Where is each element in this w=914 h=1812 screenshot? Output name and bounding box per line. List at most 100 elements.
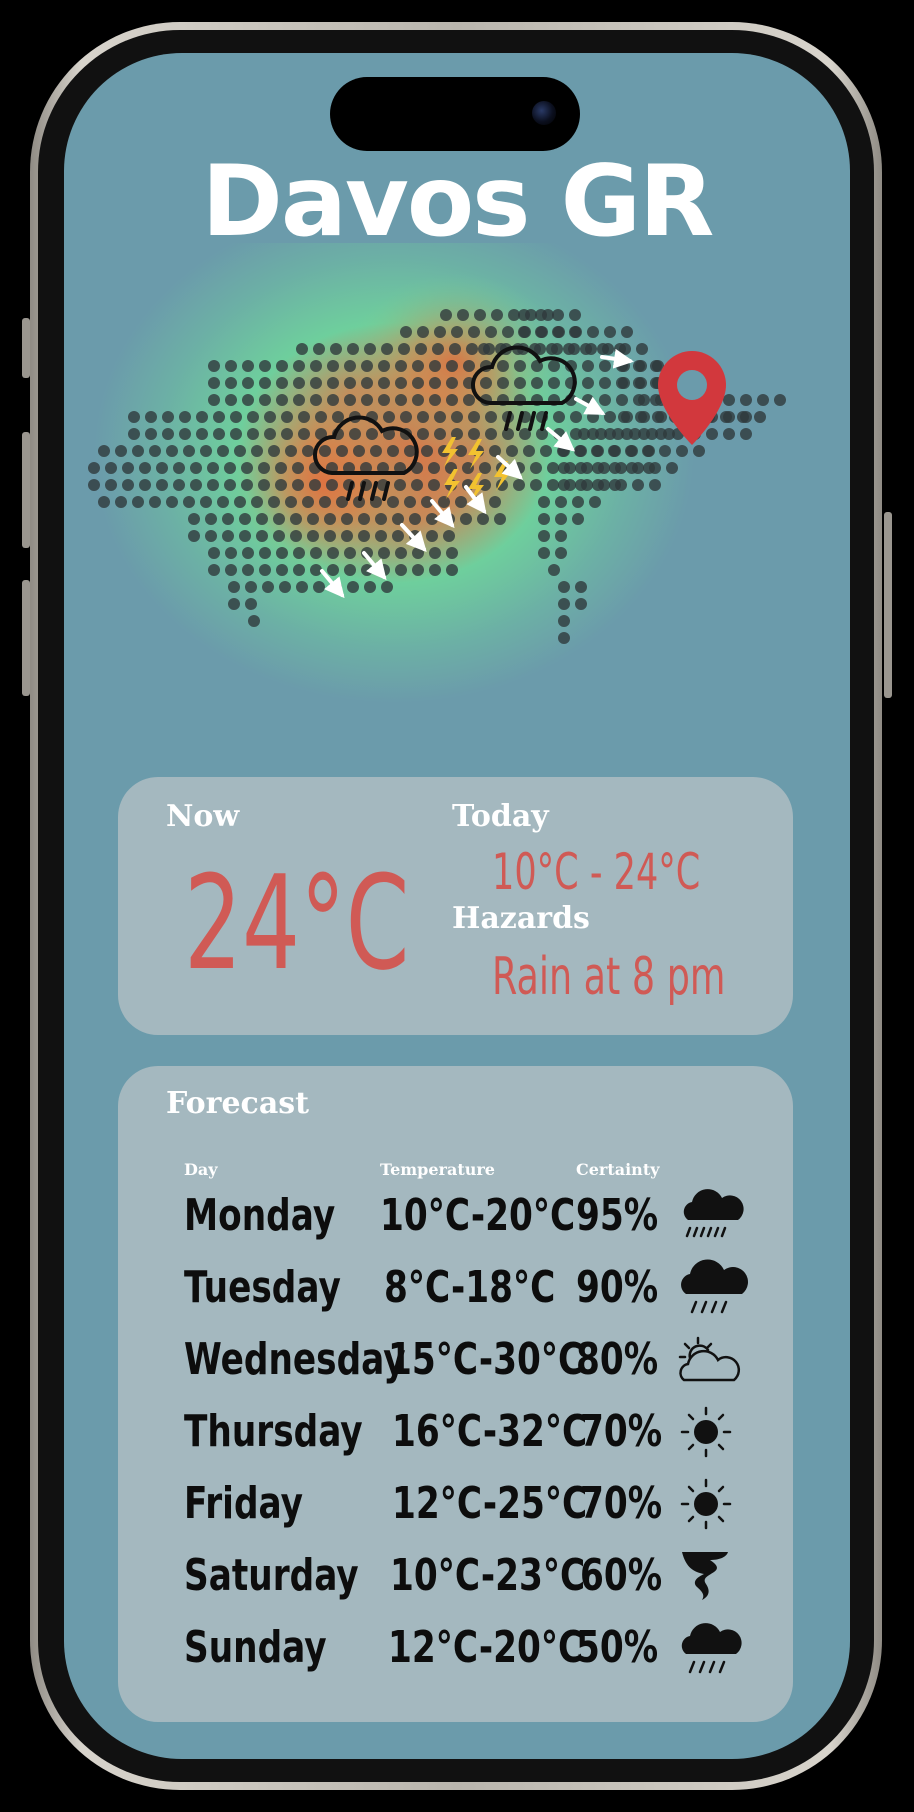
map-dot <box>514 360 526 372</box>
forecast-row[interactable]: Tuesday 8°C-18°C 90% <box>118 1258 793 1318</box>
map-dot <box>292 479 304 491</box>
map-dot <box>239 530 251 542</box>
map-dot <box>592 479 604 491</box>
forecast-row[interactable]: Monday 10°C-20°C 95% <box>118 1186 793 1246</box>
map-dot <box>463 394 475 406</box>
map-dot <box>394 479 406 491</box>
map-dot <box>387 496 399 508</box>
map-dot <box>626 445 638 457</box>
map-dot <box>415 343 427 355</box>
map-dot <box>347 343 359 355</box>
forecast-certainty: 95% <box>576 1190 659 1241</box>
map-dot <box>207 479 219 491</box>
map-dot <box>188 513 200 525</box>
volume-down-button <box>22 580 30 696</box>
map-dot <box>395 394 407 406</box>
map-dot <box>149 445 161 457</box>
map-dot <box>256 513 268 525</box>
forecast-row[interactable]: Sunday 12°C-20°C 50% <box>118 1618 793 1678</box>
map-dot <box>440 309 452 321</box>
map-dot <box>774 394 786 406</box>
map-dot <box>149 496 161 508</box>
map-dot <box>489 445 501 457</box>
map-dot <box>358 513 370 525</box>
map-dot <box>417 411 429 423</box>
map-dot <box>344 377 356 389</box>
map-dot <box>128 411 140 423</box>
map-dot <box>366 428 378 440</box>
map-dot <box>251 496 263 508</box>
map-dot <box>344 394 356 406</box>
map-dot <box>592 445 604 457</box>
map-dot <box>428 462 440 474</box>
map-dot <box>392 530 404 542</box>
forecast-day: Tuesday <box>184 1262 341 1313</box>
map-dot <box>530 479 542 491</box>
map-dot <box>455 496 467 508</box>
map-dot <box>183 496 195 508</box>
map-dot <box>241 479 253 491</box>
map-dot <box>247 411 259 423</box>
forecast-day: Saturday <box>184 1550 359 1601</box>
map-dot <box>258 462 270 474</box>
forecast-card: Forecast Day Temperature Certainty Monda… <box>118 1066 793 1722</box>
map-dot <box>309 479 321 491</box>
forecast-row[interactable]: Saturday 10°C-23°C 60% <box>118 1546 793 1606</box>
map-dot <box>485 326 497 338</box>
forecast-day: Monday <box>184 1190 336 1241</box>
map-dot <box>663 428 675 440</box>
map-dot <box>293 377 305 389</box>
map-dot <box>540 445 552 457</box>
map-dot <box>378 377 390 389</box>
map-dot <box>336 445 348 457</box>
map-dot <box>245 598 257 610</box>
map-dot <box>558 632 570 644</box>
map-dot <box>196 428 208 440</box>
map-dot <box>225 360 237 372</box>
map-dot <box>264 411 276 423</box>
map-dot <box>208 394 220 406</box>
map-dot <box>538 513 550 525</box>
volume-up-button <box>22 432 30 548</box>
map-dot <box>298 428 310 440</box>
map-dot <box>378 394 390 406</box>
map-dot <box>173 479 185 491</box>
map-dot <box>205 513 217 525</box>
map-dot <box>228 581 240 593</box>
map-dot <box>555 496 567 508</box>
hazard-text: Rain at 8 pm <box>492 947 726 1007</box>
map-dot <box>225 394 237 406</box>
map-dot <box>242 547 254 559</box>
map-dot <box>217 496 229 508</box>
map-dot <box>652 411 664 423</box>
forecast-temperature: 15°C-30°C <box>388 1334 584 1385</box>
tornado-icon <box>682 1552 728 1600</box>
map-dot <box>547 462 559 474</box>
map-dot <box>404 496 416 508</box>
map-dot <box>449 343 461 355</box>
map-dot <box>290 513 302 525</box>
forecast-row[interactable]: Wednesday 15°C-30°C 80% <box>118 1330 793 1390</box>
map-dot <box>558 462 570 474</box>
map-dot <box>208 564 220 576</box>
today-range: 10°C - 24°C <box>492 843 701 901</box>
map-dot <box>296 581 308 593</box>
map-dot <box>618 377 630 389</box>
map-dot <box>429 377 441 389</box>
map-dot <box>208 360 220 372</box>
map-dot <box>555 530 567 542</box>
weather-map[interactable] <box>64 243 850 803</box>
front-camera <box>532 101 556 125</box>
map-dot <box>188 530 200 542</box>
forecast-row[interactable]: Friday 12°C-25°C 70% <box>118 1474 793 1534</box>
map-dot <box>324 530 336 542</box>
forecast-row[interactable]: Thursday 16°C-32°C 70% <box>118 1402 793 1462</box>
map-dot <box>105 479 117 491</box>
map-dot <box>575 479 587 491</box>
map-dot <box>659 445 671 457</box>
map-dot <box>224 479 236 491</box>
map-dot <box>225 547 237 559</box>
map-dot <box>417 326 429 338</box>
map-dot <box>589 496 601 508</box>
forecast-certainty: 70% <box>580 1406 663 1457</box>
